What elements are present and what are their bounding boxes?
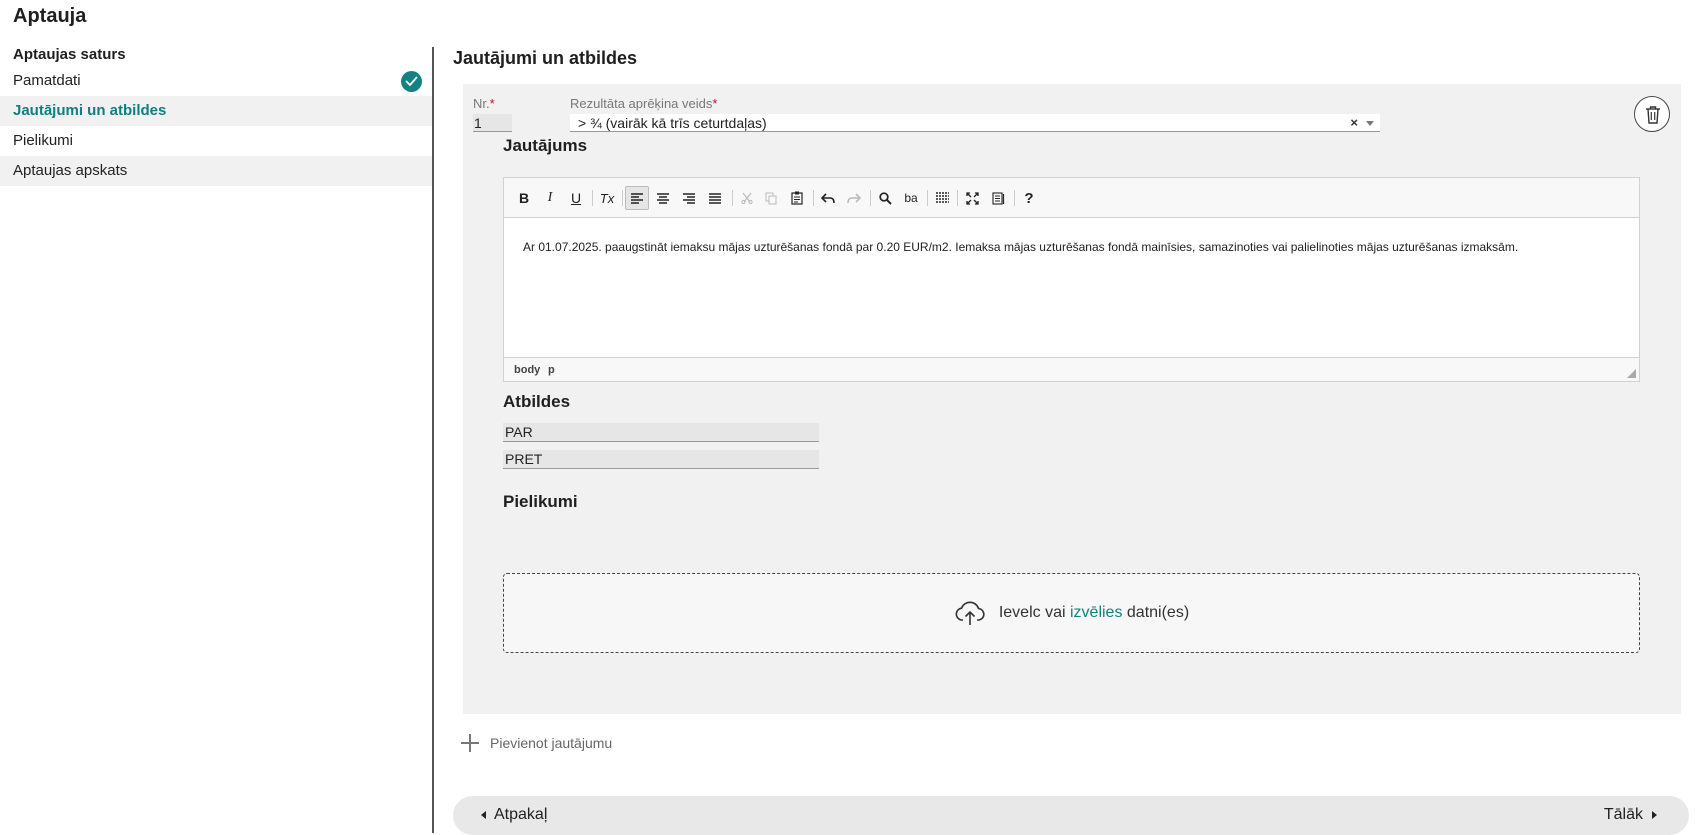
bold-button[interactable]: B bbox=[512, 186, 536, 210]
trash-icon bbox=[1646, 106, 1660, 124]
undo-icon bbox=[821, 192, 835, 203]
sidebar: Aptaujas saturs Pamatdati Jautājumi un a… bbox=[0, 44, 432, 186]
add-question-label: Pievienot jautājumu bbox=[490, 735, 613, 751]
find-button[interactable] bbox=[873, 186, 897, 210]
dropzone-prefix: Ievelc vai bbox=[998, 604, 1066, 621]
sidebar-item-label: Jautājumi un atbildes bbox=[13, 102, 167, 119]
path-p[interactable]: p bbox=[548, 364, 555, 376]
plus-icon bbox=[459, 732, 481, 754]
clipboard-icon bbox=[791, 191, 803, 205]
caret-left-icon bbox=[481, 811, 486, 819]
maximize-icon bbox=[965, 191, 979, 205]
caret-right-icon bbox=[1652, 811, 1657, 819]
editor-content[interactable]: Ar 01.07.2025. paaugstināt iemaksu mājas… bbox=[504, 218, 1639, 357]
editor-toolbar: B I U Tx ba ? bbox=[504, 178, 1639, 218]
sidebar-item-pamatdati[interactable]: Pamatdati bbox=[0, 66, 432, 96]
question-number-input[interactable] bbox=[473, 114, 512, 132]
show-blocks-button[interactable] bbox=[986, 186, 1010, 210]
editor-path-bar: body p bbox=[504, 357, 1639, 381]
align-justify-button[interactable] bbox=[703, 186, 727, 210]
italic-button[interactable]: I bbox=[538, 186, 562, 210]
choose-file-link[interactable]: izvēlies bbox=[1070, 604, 1122, 622]
sidebar-item-apskats[interactable]: Aptaujas apskats bbox=[0, 156, 432, 186]
underline-button[interactable]: U bbox=[564, 186, 588, 210]
align-justify-icon bbox=[709, 192, 721, 204]
add-question-button[interactable]: Pievienot jautājumu bbox=[459, 732, 612, 754]
answers-title: Atbildes bbox=[503, 392, 571, 411]
align-center-icon bbox=[657, 192, 669, 204]
cut-button[interactable] bbox=[735, 186, 759, 210]
rich-text-editor: B I U Tx ba ? Ar 01.07.2025. paaugstināt… bbox=[503, 177, 1640, 382]
align-left-button[interactable] bbox=[625, 186, 649, 210]
help-button[interactable]: ? bbox=[1017, 186, 1041, 210]
answer-input[interactable]: PAR bbox=[503, 423, 819, 442]
next-button[interactable]: Tālāk bbox=[1604, 806, 1657, 824]
calc-type-select[interactable]: > ¾ (vairāk kā trīs ceturtdaļas) × bbox=[570, 114, 1380, 132]
copy-button[interactable] bbox=[759, 186, 783, 210]
resize-handle-icon[interactable] bbox=[1627, 369, 1636, 378]
file-dropzone[interactable]: Ievelc vai izvēlies datni(es) bbox=[503, 573, 1640, 653]
chevron-down-icon[interactable] bbox=[1366, 121, 1374, 126]
section-title: Jautājumi un atbildes bbox=[453, 48, 638, 68]
back-button[interactable]: Atpakaļ bbox=[481, 806, 547, 824]
show-blocks-icon bbox=[991, 191, 1004, 205]
footer-navigation: Atpakaļ Tālāk bbox=[453, 796, 1689, 835]
page-title: Aptauja bbox=[13, 5, 87, 27]
question-card: Nr.* Rezultāta aprēķina veids* > ¾ (vair… bbox=[463, 84, 1681, 714]
redo-button[interactable] bbox=[842, 186, 866, 210]
attachments-title: Pielikumi bbox=[503, 492, 578, 511]
cloud-upload-icon bbox=[955, 601, 985, 625]
select-all-button[interactable] bbox=[930, 186, 954, 210]
sidebar-item-pielikumi[interactable]: Pielikumi bbox=[0, 126, 432, 156]
sidebar-item-label: Pamatdati bbox=[13, 72, 81, 89]
question-title: Jautājums bbox=[503, 136, 588, 155]
align-right-icon bbox=[683, 192, 695, 204]
undo-button[interactable] bbox=[816, 186, 840, 210]
replace-button[interactable]: ba bbox=[899, 186, 923, 210]
calc-type-value: > ¾ (vairāk kā trīs ceturtdaļas) bbox=[578, 115, 767, 131]
back-label: Atpakaļ bbox=[494, 806, 548, 823]
next-label: Tālāk bbox=[1603, 806, 1643, 823]
remove-format-button[interactable]: Tx bbox=[595, 186, 619, 210]
search-icon bbox=[878, 191, 892, 205]
scissors-icon bbox=[741, 192, 753, 204]
path-body[interactable]: body bbox=[514, 364, 540, 376]
sidebar-item-jautajumi[interactable]: Jautājumi un atbildes bbox=[0, 96, 432, 126]
check-circle-icon bbox=[401, 71, 422, 92]
redo-icon bbox=[847, 192, 861, 203]
select-all-icon bbox=[935, 191, 949, 203]
sidebar-heading: Aptaujas saturs bbox=[13, 46, 126, 63]
align-center-button[interactable] bbox=[651, 186, 675, 210]
vertical-divider bbox=[432, 47, 434, 833]
nr-label: Nr.* bbox=[473, 96, 495, 111]
align-right-button[interactable] bbox=[677, 186, 701, 210]
dropzone-suffix: datni(es) bbox=[1126, 604, 1190, 621]
delete-question-button[interactable] bbox=[1634, 96, 1670, 132]
sidebar-item-label: Aptaujas apskats bbox=[13, 162, 128, 179]
maximize-button[interactable] bbox=[960, 186, 984, 210]
copy-icon bbox=[765, 192, 777, 204]
align-left-icon bbox=[631, 192, 643, 204]
answer-input[interactable]: PRET bbox=[503, 450, 819, 469]
sidebar-item-label: Pielikumi bbox=[13, 132, 74, 149]
paste-button[interactable] bbox=[785, 186, 809, 210]
clear-icon[interactable]: × bbox=[1350, 114, 1358, 132]
calc-type-label: Rezultāta aprēķina veids* bbox=[570, 96, 718, 111]
